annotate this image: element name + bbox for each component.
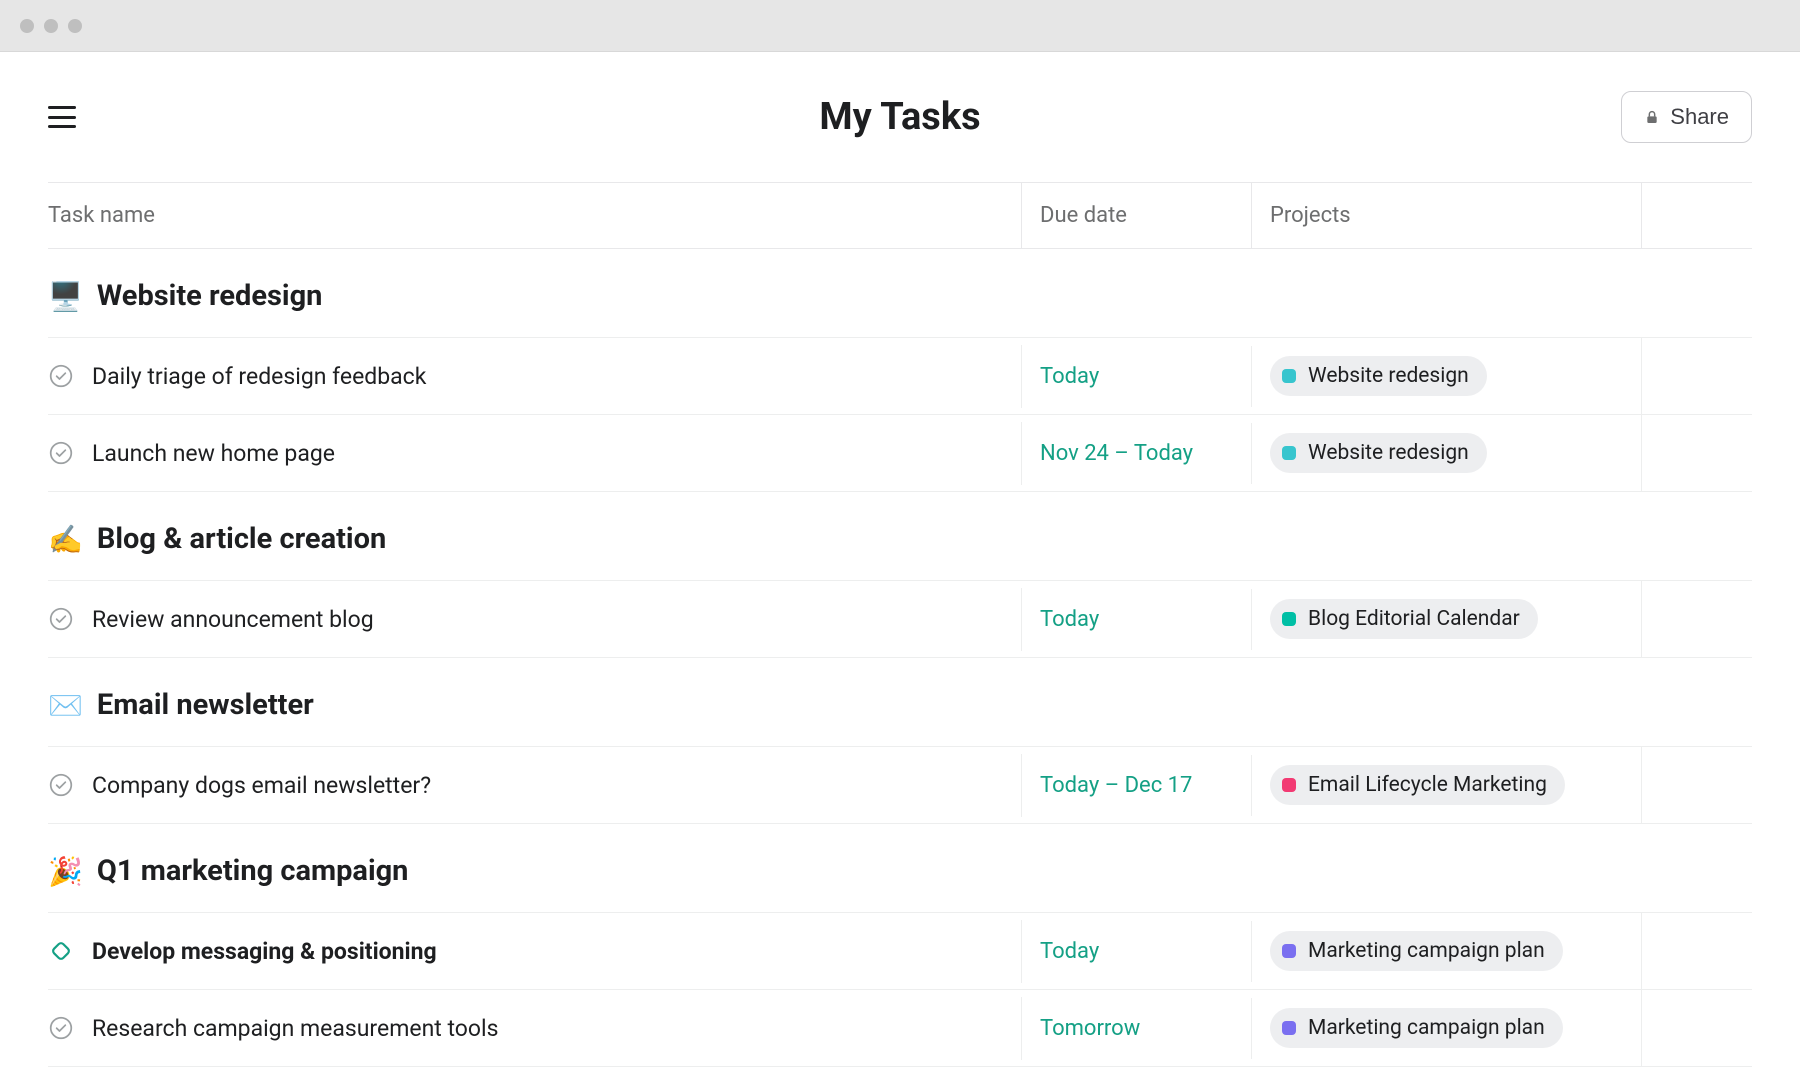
task-name: Research campaign measurement tools xyxy=(92,1015,499,1042)
task-due-date: Today xyxy=(1040,607,1099,632)
share-button-label: Share xyxy=(1670,104,1729,130)
complete-check-icon[interactable] xyxy=(48,772,74,798)
task-projects-cell[interactable]: Email Lifecycle Marketing xyxy=(1252,747,1642,823)
section-title-text: Email newsletter xyxy=(97,688,314,722)
column-header-extra xyxy=(1642,183,1752,248)
project-pill[interactable]: Email Lifecycle Marketing xyxy=(1270,765,1565,805)
project-color-dot-icon xyxy=(1282,944,1296,958)
task-name: Develop messaging & positioning xyxy=(92,938,437,965)
window-titlebar xyxy=(0,0,1800,52)
section-header[interactable]: 🖥️ Website redesign xyxy=(48,249,1752,337)
lock-icon xyxy=(1644,108,1660,126)
section-title-text: Website redesign xyxy=(97,279,323,313)
project-pill-label: Email Lifecycle Marketing xyxy=(1308,773,1547,797)
section-emoji-icon: 🎉 xyxy=(48,855,83,888)
column-header-projects[interactable]: Projects xyxy=(1252,183,1642,248)
task-name-cell: Develop messaging & positioning xyxy=(48,920,1022,983)
task-due-date: Tomorrow xyxy=(1040,1016,1140,1041)
task-due-cell[interactable]: Tomorrow xyxy=(1022,998,1252,1059)
task-extra-cell xyxy=(1642,1010,1752,1046)
page-title: My Tasks xyxy=(819,95,980,139)
task-projects-cell[interactable]: Marketing campaign plan xyxy=(1252,913,1642,989)
task-due-cell[interactable]: Today xyxy=(1022,346,1252,407)
task-due-cell[interactable]: Today xyxy=(1022,921,1252,982)
section-emoji-icon: 🖥️ xyxy=(48,280,83,313)
project-pill-label: Marketing campaign plan xyxy=(1308,939,1545,963)
complete-check-icon[interactable] xyxy=(48,440,74,466)
project-color-dot-icon xyxy=(1282,446,1296,460)
project-pill-label: Website redesign xyxy=(1308,364,1469,388)
project-pill-label: Blog Editorial Calendar xyxy=(1308,607,1520,631)
task-due-date: Today xyxy=(1040,364,1099,389)
menu-hamburger-icon[interactable] xyxy=(48,106,76,128)
column-header-due[interactable]: Due date xyxy=(1022,183,1252,248)
task-due-cell[interactable]: Today xyxy=(1022,589,1252,650)
complete-check-icon[interactable] xyxy=(48,606,74,632)
milestone-diamond-icon[interactable] xyxy=(48,938,74,964)
project-pill[interactable]: Marketing campaign plan xyxy=(1270,1008,1563,1048)
task-row[interactable]: Review announcement blog Today Blog Editor… xyxy=(48,580,1752,658)
complete-check-icon[interactable] xyxy=(48,363,74,389)
task-name: Review announcement blog xyxy=(92,606,374,633)
traffic-light-minimize[interactable] xyxy=(44,19,58,33)
section-header[interactable]: ✍️ Blog & article creation xyxy=(48,492,1752,580)
task-due-date: Today – Dec 17 xyxy=(1040,773,1192,798)
task-row[interactable]: Research campaign measurement tools Tomor… xyxy=(48,990,1752,1067)
task-name-cell: Company dogs email newsletter? xyxy=(48,754,1022,817)
traffic-light-close[interactable] xyxy=(20,19,34,33)
project-color-dot-icon xyxy=(1282,369,1296,383)
task-name-cell: Research campaign measurement tools xyxy=(48,997,1022,1060)
task-due-cell[interactable]: Nov 24 – Today xyxy=(1022,423,1252,484)
task-row[interactable]: Develop messaging & positioning Today Mark… xyxy=(48,912,1752,990)
task-extra-cell xyxy=(1642,435,1752,471)
complete-check-icon[interactable] xyxy=(48,1015,74,1041)
section-header[interactable]: ✉️ Email newsletter xyxy=(48,658,1752,746)
section-title-text: Q1 marketing campaign xyxy=(97,854,409,888)
task-name-cell: Launch new home page xyxy=(48,422,1022,485)
task-projects-cell[interactable]: Website redesign xyxy=(1252,338,1642,414)
share-button[interactable]: Share xyxy=(1621,91,1752,143)
task-name: Daily triage of redesign feedback xyxy=(92,363,426,390)
project-pill[interactable]: Website redesign xyxy=(1270,433,1487,473)
project-color-dot-icon xyxy=(1282,778,1296,792)
project-color-dot-icon xyxy=(1282,1021,1296,1035)
task-row[interactable]: Daily triage of redesign feedback Today We… xyxy=(48,337,1752,415)
section-header[interactable]: 🎉 Q1 marketing campaign xyxy=(48,824,1752,912)
task-row[interactable]: Company dogs email newsletter? Today – De… xyxy=(48,746,1752,824)
task-projects-cell[interactable]: Blog Editorial Calendar xyxy=(1252,581,1642,657)
project-pill[interactable]: Marketing campaign plan xyxy=(1270,931,1563,971)
project-pill[interactable]: Website redesign xyxy=(1270,356,1487,396)
task-projects-cell[interactable]: Marketing campaign plan xyxy=(1252,990,1642,1066)
column-header-name[interactable]: Task name xyxy=(48,183,1022,248)
task-name: Company dogs email newsletter? xyxy=(92,772,431,799)
section-emoji-icon: ✉️ xyxy=(48,689,83,722)
project-pill-label: Website redesign xyxy=(1308,441,1469,465)
task-extra-cell xyxy=(1642,601,1752,637)
section-emoji-icon: ✍️ xyxy=(48,523,83,556)
section-title-text: Blog & article creation xyxy=(97,522,386,556)
task-projects-cell[interactable]: Website redesign xyxy=(1252,415,1642,491)
task-extra-cell xyxy=(1642,358,1752,394)
task-extra-cell xyxy=(1642,767,1752,803)
project-pill-label: Marketing campaign plan xyxy=(1308,1016,1545,1040)
task-due-cell[interactable]: Today – Dec 17 xyxy=(1022,755,1252,816)
task-name-cell: Daily triage of redesign feedback xyxy=(48,345,1022,408)
task-row[interactable]: Launch new home page Nov 24 – Today Websit… xyxy=(48,415,1752,492)
task-due-date: Nov 24 – Today xyxy=(1040,441,1193,466)
task-name: Launch new home page xyxy=(92,440,335,467)
project-color-dot-icon xyxy=(1282,612,1296,626)
topbar: My Tasks Share xyxy=(48,52,1752,182)
task-name-cell: Review announcement blog xyxy=(48,588,1022,651)
task-due-date: Today xyxy=(1040,939,1099,964)
traffic-light-zoom[interactable] xyxy=(68,19,82,33)
columns-header: Task name Due date Projects xyxy=(48,182,1752,249)
task-extra-cell xyxy=(1642,933,1752,969)
project-pill[interactable]: Blog Editorial Calendar xyxy=(1270,599,1538,639)
